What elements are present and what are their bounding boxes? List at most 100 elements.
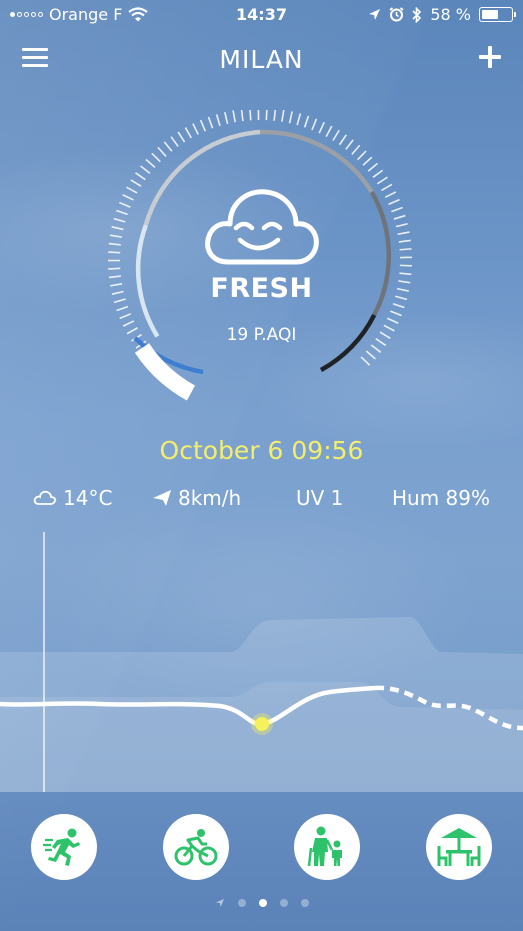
elderly-and-child-icon	[307, 826, 342, 867]
gauge-tick	[116, 305, 129, 312]
gauge-tick	[108, 267, 121, 270]
gauge-tick	[273, 110, 277, 121]
gauge-tick	[386, 317, 399, 325]
activity-running-button[interactable]	[31, 814, 97, 880]
gauge-tick	[113, 217, 126, 223]
gauge-tick	[398, 239, 411, 243]
air-quality-gauge	[107, 110, 412, 401]
gauge-tick	[397, 231, 410, 236]
gauge-tick	[370, 344, 382, 353]
temperature-value: 14°C	[63, 486, 113, 510]
gauge-tick	[393, 214, 406, 220]
gauge-tick	[362, 156, 373, 166]
gauge-tick	[288, 111, 293, 124]
gauge-tick	[122, 194, 134, 201]
cyclist-icon	[174, 829, 218, 866]
gauge-tick	[372, 169, 384, 178]
gauge-tick	[388, 198, 400, 206]
temperature-metric: 14°C	[33, 486, 112, 510]
gauge-tick	[281, 110, 285, 122]
gauge-tick	[357, 150, 367, 161]
activity-bar	[0, 792, 523, 931]
gauge-tick	[360, 356, 371, 366]
weather-metrics: 14°C 8km/h UV 1 Hum 89%	[0, 486, 523, 516]
page-dot[interactable]	[279, 899, 288, 907]
gauge-tick	[111, 226, 124, 231]
running-person-icon	[43, 828, 80, 866]
gauge-tick	[108, 242, 121, 246]
gauge-tick	[376, 176, 388, 185]
gauge-tick	[325, 125, 333, 137]
gauge-arc-lightgray	[143, 129, 261, 226]
gauge-tick	[384, 191, 397, 199]
gauge-tick	[116, 209, 128, 216]
gauge-tick	[399, 248, 412, 251]
alarm-icon	[389, 7, 404, 22]
gauge-tick	[311, 118, 318, 131]
add-city-button[interactable]	[479, 46, 501, 68]
gauge-current-indicator	[134, 343, 196, 401]
gauge-tick	[145, 158, 156, 169]
page-dot[interactable]	[237, 899, 246, 907]
gauge-tick	[130, 179, 142, 187]
gauge-tick	[135, 172, 146, 181]
location-services-icon	[369, 9, 381, 20]
page-dot-active[interactable]	[258, 899, 267, 907]
gauge-arc-gray	[259, 129, 374, 194]
battery-icon	[479, 7, 516, 22]
city-title: MILAN	[219, 45, 304, 74]
air-quality-value: 19 P.AQI	[226, 325, 297, 345]
gauge-tick	[296, 113, 302, 126]
gauge-tick	[332, 129, 340, 141]
page-dot[interactable]	[300, 899, 309, 907]
activity-outdoor-button[interactable]	[426, 814, 492, 880]
wind-value: 8km/h	[178, 486, 242, 510]
location-arrow-icon	[215, 899, 224, 907]
chart-current-marker-dot	[255, 717, 269, 731]
wind-metric: 8km/h	[152, 486, 241, 510]
page-indicator[interactable]	[0, 898, 523, 908]
cloud-icon	[33, 490, 57, 505]
gauge-tick	[240, 110, 244, 122]
gauge-tick	[395, 222, 408, 228]
gauge-tick	[151, 152, 161, 163]
battery-percentage: 58 %	[430, 5, 471, 24]
uv-value: UV 1	[296, 486, 344, 510]
status-bar: Orange F 14:37 58 %	[0, 0, 523, 30]
air-quality-label: FRESH	[210, 273, 313, 304]
gauge-tick	[392, 302, 405, 309]
gauge-tick	[367, 162, 378, 172]
gauge-tick	[390, 310, 402, 317]
gauge-tick	[119, 313, 132, 320]
gauge-tick	[109, 234, 123, 238]
gauge-tick	[184, 127, 192, 139]
gauge-tick	[381, 183, 393, 192]
gauge-tick	[318, 121, 325, 134]
humidity-value: Hum 89%	[392, 486, 491, 510]
wind-direction-icon	[153, 490, 171, 506]
gauge-tick	[170, 136, 179, 147]
gauge-tick	[351, 144, 361, 155]
activity-elderly-children-button[interactable]	[294, 814, 360, 880]
date-time: October 6 09:56	[159, 436, 364, 465]
gauge-tick	[223, 111, 229, 124]
gauge-tick	[303, 115, 310, 128]
forecast-chart[interactable]	[0, 532, 523, 792]
gauge-tick	[265, 110, 268, 121]
gauge-tick	[157, 146, 167, 157]
gauge-tick	[108, 251, 121, 254]
gauge-tick	[207, 116, 214, 129]
gauge-tick	[126, 186, 138, 194]
gauge-tick	[365, 350, 376, 360]
uv-metric: UV 1	[296, 486, 343, 510]
gauge-tick	[140, 165, 151, 175]
activity-cycling-button[interactable]	[163, 814, 229, 880]
gauge-tick	[338, 134, 347, 146]
humidity-metric: Hum 89%	[392, 486, 490, 510]
gauge-tick	[249, 110, 252, 121]
gauge-tick	[192, 123, 199, 135]
gauge-tick	[177, 131, 186, 143]
gauge-tick	[163, 141, 173, 152]
gauge-tick	[232, 110, 236, 123]
gauge-tick	[215, 114, 221, 127]
